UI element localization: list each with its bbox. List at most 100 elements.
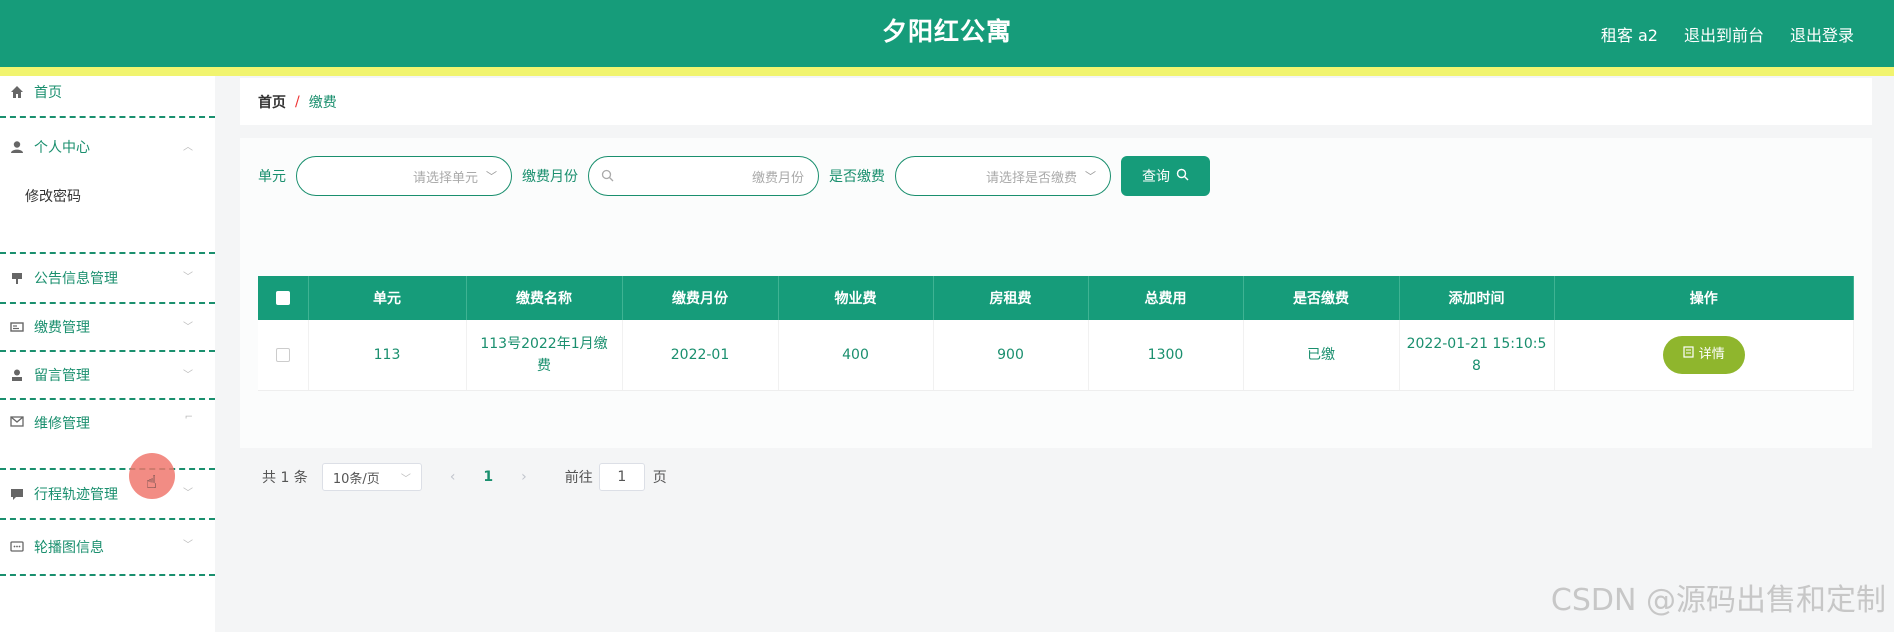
sidebar-item-label: 留言管理: [34, 368, 90, 384]
chevron-down-icon: ﹀: [486, 170, 497, 183]
column-header: 总费用: [1088, 276, 1244, 320]
page-size-value: 10条/页: [332, 471, 380, 487]
user-icon: [9, 139, 25, 155]
goto-page-input[interactable]: 1: [598, 463, 645, 491]
detail-button[interactable]: 详情: [1662, 335, 1745, 374]
added-time-line: 2022-01-21 15:10:5: [1406, 335, 1547, 352]
sidebar-item-label: 缴费管理: [34, 320, 90, 336]
sidebar-item-label: 行程轨迹管理: [34, 487, 118, 503]
chevron-down-icon: ﹀: [183, 322, 193, 333]
column-header: 是否缴费: [1243, 276, 1400, 320]
home-icon: [9, 84, 25, 100]
payment-name-cell: 113号2022年1月缴 费: [466, 320, 623, 391]
column-header: 房租费: [933, 276, 1089, 320]
header-links: 租客 a2 退出到前台 退出登录: [1601, 0, 1854, 67]
sidebar-item-carousel-info[interactable]: 轮播图信息 ﹀: [0, 520, 215, 576]
mail-icon: [9, 413, 25, 429]
sidebar-item-repair-management[interactable]: 维修管理 ⌐: [0, 400, 215, 470]
chevron-down-icon: ﹀: [1085, 170, 1096, 183]
breadcrumb-current: 缴费: [308, 94, 337, 111]
sidebar-subitem-label: 修改密码: [25, 189, 81, 205]
action-cell: 详情: [1554, 320, 1854, 391]
search-icon: [601, 169, 614, 186]
chevron-up-icon: ︿: [183, 142, 193, 153]
goto-page-value: 1: [617, 469, 627, 485]
search-icon: [1176, 168, 1189, 185]
search-form: 单元 请选择单元 ﹀ 缴费月份 缴费月份 是否缴费 请选择是否缴费 ﹀ 查询: [258, 156, 1210, 196]
sidebar-item-payment-management[interactable]: 缴费管理 ﹀: [0, 304, 215, 352]
unit-label: 单元: [258, 169, 286, 185]
sidebar-item-label: 首页: [34, 85, 62, 101]
unit-select-placeholder: 请选择单元: [412, 170, 478, 186]
chevron-down-icon: ﹀: [183, 272, 193, 283]
month-label: 缴费月份: [522, 169, 578, 185]
sidebar-item-personal-center[interactable]: 个人中心 ︿: [0, 118, 215, 176]
column-header: 单元: [308, 276, 467, 320]
next-page-button[interactable]: ›: [521, 469, 527, 485]
goto-label: 前往: [564, 470, 593, 486]
unit-cell: 113: [308, 320, 467, 391]
paid-status-select[interactable]: 请选择是否缴费 ﹀: [895, 156, 1111, 196]
content-card: 单元 请选择单元 ﹀ 缴费月份 缴费月份 是否缴费 请选择是否缴费 ﹀ 查询 单…: [240, 138, 1872, 491]
paid-status-cell: 已缴: [1243, 320, 1400, 391]
chevron-down-icon: ﹀: [183, 488, 193, 499]
select-all-cell: [258, 276, 309, 320]
chat-icon: [9, 486, 25, 502]
column-header: 缴费名称: [466, 276, 623, 320]
document-icon: [1683, 344, 1694, 366]
select-all-checkbox[interactable]: [275, 291, 290, 305]
table-row: 113 113号2022年1月缴 费 2022-01 400 900 1300 …: [258, 320, 1854, 391]
top-bar-accent-stripe: [0, 67, 1894, 76]
added-time-cell: 2022-01-21 15:10:5 8: [1399, 320, 1555, 391]
paid-status-label: 是否缴费: [829, 169, 885, 185]
breadcrumb-home[interactable]: 首页: [258, 92, 286, 112]
column-header: 操作: [1554, 276, 1854, 320]
sidebar: 首页 个人中心 ︿ 修改密码 公告信息管理 ﹀ 缴费管理 ﹀ 留言管理 ﹀ 维修…: [0, 76, 215, 632]
current-user-link[interactable]: 租客 a2: [1601, 22, 1658, 46]
sidebar-item-label: 个人中心: [34, 140, 90, 156]
unit-select[interactable]: 请选择单元 ﹀: [296, 156, 512, 196]
query-button[interactable]: 查询: [1121, 156, 1210, 196]
paid-status-placeholder: 请选择是否缴费: [985, 170, 1077, 186]
hand-cursor-icon: ☝: [146, 472, 157, 493]
pagination-total: 共 1 条: [262, 470, 308, 486]
column-header: 添加时间: [1399, 276, 1555, 320]
page-size-select[interactable]: 10条/页 ﹀: [321, 463, 422, 491]
sidebar-item-label: 轮播图信息: [34, 540, 104, 556]
payment-name-line: 113号2022年1月缴: [480, 335, 608, 352]
property-fee-cell: 400: [778, 320, 934, 391]
added-time-line: 8: [1472, 357, 1481, 374]
payment-month-cell: 2022-01: [622, 320, 779, 391]
payment-name-line: 费: [537, 357, 551, 374]
sidebar-item-home[interactable]: 首页: [0, 68, 215, 118]
sidebar-item-notice-management[interactable]: 公告信息管理 ﹀: [0, 254, 215, 304]
total-fee-cell: 1300: [1088, 320, 1244, 391]
payment-table: 单元 缴费名称 缴费月份 物业费 房租费 总费用 是否缴费 添加时间 操作 11…: [258, 276, 1854, 391]
sidebar-item-label: 维修管理: [34, 416, 90, 432]
row-checkbox[interactable]: [275, 347, 290, 362]
prev-page-button[interactable]: ‹: [450, 469, 456, 485]
sidebar-item-trip-management[interactable]: 行程轨迹管理 ﹀: [0, 470, 215, 520]
comment-icon: [9, 539, 25, 555]
exit-to-front-link[interactable]: 退出到前台: [1684, 22, 1764, 46]
message-user-icon: [9, 367, 25, 383]
month-input-placeholder: 缴费月份: [751, 170, 804, 186]
sidebar-subitem-change-password[interactable]: 修改密码: [0, 176, 215, 254]
rent-fee-cell: 900: [933, 320, 1089, 391]
notice-icon: [9, 270, 25, 286]
page-suffix: 页: [652, 470, 667, 486]
row-select-cell: [258, 320, 309, 391]
column-header: 缴费月份: [622, 276, 779, 320]
pagination: 共 1 条 10条/页 ﹀ ‹ 1 › 前往 1 页: [262, 462, 667, 492]
column-header: 物业费: [778, 276, 934, 320]
logout-link[interactable]: 退出登录: [1790, 22, 1854, 46]
payment-icon: [9, 319, 25, 335]
breadcrumb: 首页 / 缴费: [240, 78, 1872, 125]
table-header-row: 单元 缴费名称 缴费月份 物业费 房租费 总费用 是否缴费 添加时间 操作: [258, 276, 1854, 320]
chevron-down-icon: ﹀: [400, 473, 411, 485]
breadcrumb-separator: /: [295, 93, 300, 110]
query-button-label: 查询: [1142, 169, 1170, 185]
page-number[interactable]: 1: [483, 469, 493, 485]
month-input[interactable]: 缴费月份: [588, 156, 819, 196]
sidebar-item-message-management[interactable]: 留言管理 ﹀: [0, 352, 215, 400]
